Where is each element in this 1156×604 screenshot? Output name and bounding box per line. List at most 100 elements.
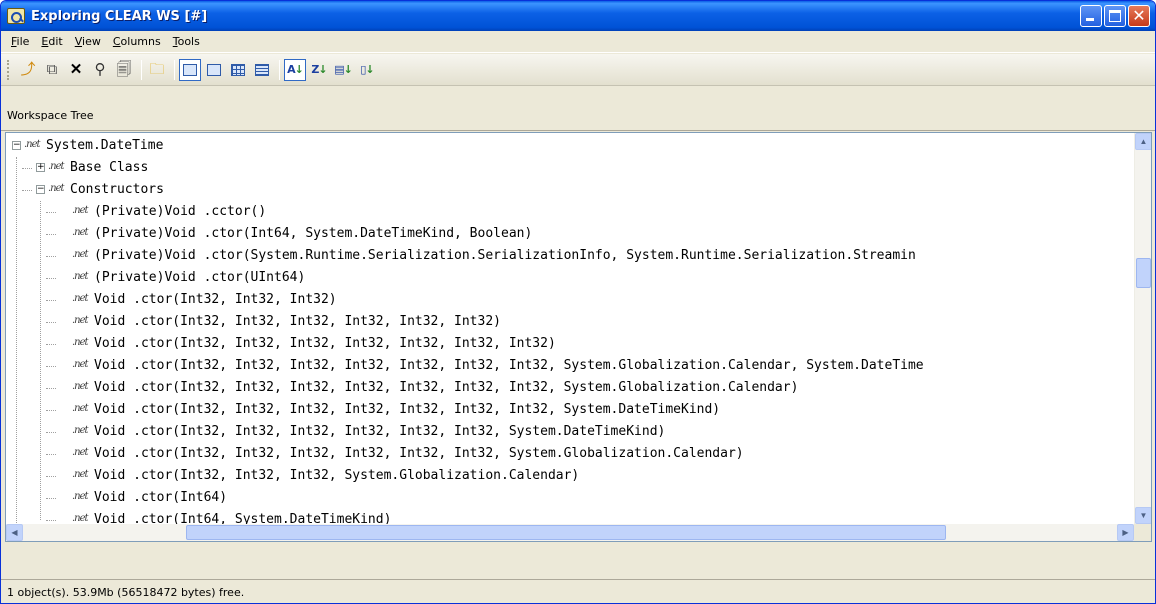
small-icons-view-icon	[207, 63, 221, 76]
scroll-right-button[interactable]: ▶	[1117, 524, 1134, 541]
sort-ascending-button[interactable]: A↓	[284, 58, 306, 81]
menu-edit[interactable]: Edit	[35, 35, 68, 48]
tree-connector	[46, 322, 56, 323]
details-view-icon	[255, 63, 269, 76]
tree-node-label: Void .ctor(Int32, Int32, Int32, Int32, I…	[94, 380, 799, 395]
chevron-up-icon: ▲	[1139, 137, 1148, 146]
menu-view[interactable]: View	[69, 35, 107, 48]
tree-connector	[46, 454, 56, 455]
tree-connector	[46, 520, 56, 521]
chevron-down-icon: ▼	[1139, 511, 1148, 520]
toolbar: ⤴ ⧉ ✕ ⚲ 🗐 🗀 A↓ Z↓ ▤↓ ▯↓	[1, 54, 1155, 86]
vertical-scrollbar[interactable]: ▲ ▼	[1134, 133, 1151, 524]
collapse-icon[interactable]: −	[36, 185, 45, 194]
chevron-right-icon: ▶	[1122, 528, 1129, 537]
dotnet-icon: .net	[72, 315, 89, 326]
workspace-tree[interactable]: − .net System.DateTime + .net Base Class − .net…	[5, 132, 1152, 542]
vertical-scroll-thumb[interactable]	[1136, 258, 1151, 288]
tree-connector	[46, 366, 56, 367]
minimize-icon	[1086, 18, 1094, 21]
toolbar-separator	[279, 59, 280, 80]
status-text: 1 object(s). 53.9Mb (56518472 bytes) fre…	[7, 586, 245, 599]
search-button[interactable]: ⚲	[89, 59, 111, 81]
list-view-button[interactable]	[227, 59, 249, 81]
tree-node-label: Void .ctor(Int32, Int32, Int32, Int32, I…	[94, 336, 556, 351]
toolbar-separator	[141, 59, 142, 80]
scroll-left-button[interactable]: ◀	[6, 524, 23, 541]
tree-connector	[46, 212, 56, 213]
sort-by-size-button[interactable]: ▯↓	[356, 59, 378, 81]
tree-connector	[22, 190, 32, 191]
dotnet-icon: .net	[48, 183, 65, 194]
maximize-button[interactable]	[1104, 5, 1126, 27]
list-view-icon	[231, 63, 245, 76]
up-folder-button[interactable]: ⤴	[17, 59, 39, 81]
scroll-up-button[interactable]: ▲	[1135, 133, 1151, 150]
dotnet-icon: .net	[72, 447, 89, 458]
dotnet-icon: .net	[72, 337, 89, 348]
tree-connector	[46, 300, 56, 301]
horizontal-scrollbar[interactable]: ◀ ▶	[6, 524, 1134, 541]
sort-by-type-icon: ▤↓	[334, 63, 353, 76]
tree-node-label: Void .ctor(Int32, Int32, Int32, Int32, I…	[94, 314, 501, 329]
explorer-app-icon	[7, 8, 25, 24]
title-bar[interactable]: Exploring CLEAR WS [#] ✕	[1, 1, 1155, 31]
app-window: Exploring CLEAR WS [#] ✕ File Edit View …	[0, 0, 1156, 604]
tree-connector	[40, 201, 41, 520]
sort-by-size-icon: ▯↓	[360, 63, 374, 76]
tree-connector	[46, 234, 56, 235]
tree-connector	[46, 410, 56, 411]
copy-icon: ⧉	[46, 61, 58, 78]
expand-icon[interactable]: +	[36, 163, 45, 172]
toolbar-grip[interactable]	[7, 59, 11, 80]
sort-by-type-button[interactable]: ▤↓	[332, 59, 354, 81]
new-folder-button[interactable]: 🗀	[146, 59, 168, 81]
properties-icon: 🗐	[116, 61, 132, 78]
large-icons-view-button[interactable]	[179, 58, 201, 81]
menu-columns[interactable]: Columns	[107, 35, 167, 48]
close-icon: ✕	[1132, 6, 1146, 25]
tree-connector	[46, 498, 56, 499]
tree-connector	[46, 388, 56, 389]
tree-node-label: (Private)Void .ctor(UInt64)	[94, 270, 306, 285]
dotnet-icon: .net	[48, 161, 65, 172]
tree-connector	[46, 476, 56, 477]
tree-node-label: Void .ctor(Int32, Int32, Int32, Int32, I…	[94, 358, 924, 373]
tree-node-label: Void .ctor(Int32, Int32, Int32, Int32, I…	[94, 446, 744, 461]
close-button[interactable]: ✕	[1128, 5, 1150, 27]
collapse-icon[interactable]: −	[12, 141, 21, 150]
dotnet-icon: .net	[72, 249, 89, 260]
properties-button[interactable]: 🗐	[113, 59, 135, 81]
dotnet-icon: .net	[72, 271, 89, 282]
panel-title: Workspace Tree	[7, 109, 94, 122]
dotnet-icon: .net	[72, 425, 89, 436]
tree-node-label: System.DateTime	[46, 138, 164, 153]
tree-node-label: Void .ctor(Int64)	[94, 490, 228, 505]
panel-header: Workspace Tree	[1, 87, 1155, 131]
sort-ascending-icon: A↓	[287, 63, 304, 76]
large-icons-view-icon	[183, 63, 197, 76]
tree-connector	[16, 157, 17, 531]
small-icons-view-button[interactable]	[203, 59, 225, 81]
tree-node-label: Constructors	[70, 182, 164, 197]
tree-node-label: Void .ctor(Int32, Int32, Int32, System.G…	[94, 468, 580, 483]
sort-descending-icon: Z↓	[311, 63, 327, 76]
menu-tools[interactable]: Tools	[167, 35, 206, 48]
delete-icon: ✕	[69, 61, 83, 78]
delete-button[interactable]: ✕	[65, 59, 87, 81]
tree-connector	[46, 432, 56, 433]
copy-button[interactable]: ⧉	[41, 59, 63, 81]
sort-descending-button[interactable]: Z↓	[308, 59, 330, 81]
tree-connector	[22, 168, 32, 169]
tree-connector	[46, 344, 56, 345]
up-folder-icon: ⤴	[20, 61, 36, 78]
details-view-button[interactable]	[251, 59, 273, 81]
tree-connector	[46, 256, 56, 257]
scroll-down-button[interactable]: ▼	[1135, 507, 1151, 524]
menu-file[interactable]: File	[5, 35, 35, 48]
chevron-left-icon: ◀	[11, 528, 18, 537]
minimize-button[interactable]	[1080, 5, 1102, 27]
dotnet-icon: .net	[72, 293, 89, 304]
new-folder-icon: 🗀	[149, 61, 165, 78]
horizontal-scroll-thumb[interactable]	[186, 525, 946, 540]
